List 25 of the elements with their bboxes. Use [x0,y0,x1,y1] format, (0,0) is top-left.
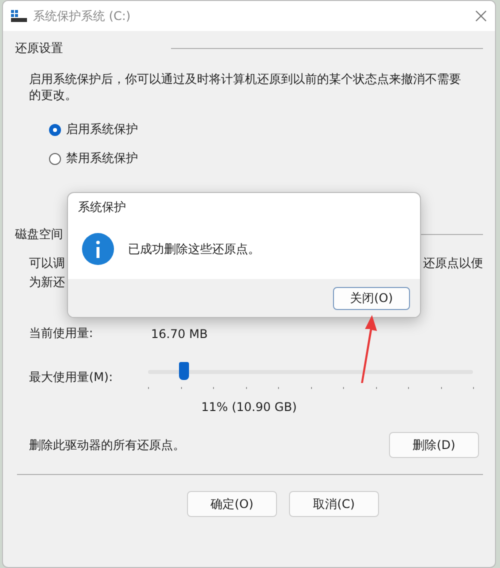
description-text: 启用系统保护后，你可以通过及时将计算机还原到以前的某个状态点来撤消不需要的更改。 [29,71,462,103]
radio-option[interactable]: 禁用系统保护 [49,150,138,167]
close-icon[interactable] [475,10,487,22]
usage-slider[interactable] [148,362,473,392]
dialog-title: 系统保护 [77,199,127,216]
section-heading: 还原设置 [15,40,63,56]
description-text: 可以调 [29,255,65,272]
radio-option[interactable]: 启用系统保护 [49,121,138,138]
window-title: 系统保护系统 (C:) [33,8,132,24]
info-icon [82,233,114,265]
slider-reading: 11% (10.90 GB) [201,400,297,414]
dialog-message: 已成功删除这些还原点。 [128,240,260,258]
slider-thumb[interactable] [178,362,189,380]
field-label: 最大使用量(M): [29,368,114,386]
dialog-button[interactable]: 取消(C) [289,491,379,517]
usage-value: 16.70 MB [151,326,208,340]
section-heading: 磁盘空间 [15,226,63,242]
dialog-button[interactable]: 确定(O) [187,491,277,517]
description-text: 还原点以便 [423,255,483,272]
close-button[interactable]: 关闭(O) [333,286,410,310]
drive-icon [11,10,27,22]
description-text: 为新还 [29,274,65,291]
description-text: 删除此驱动器的所有还原点。 [29,436,185,454]
field-label: 当前使用量: [29,325,94,342]
delete-button[interactable]: 删除(D) [389,432,479,458]
